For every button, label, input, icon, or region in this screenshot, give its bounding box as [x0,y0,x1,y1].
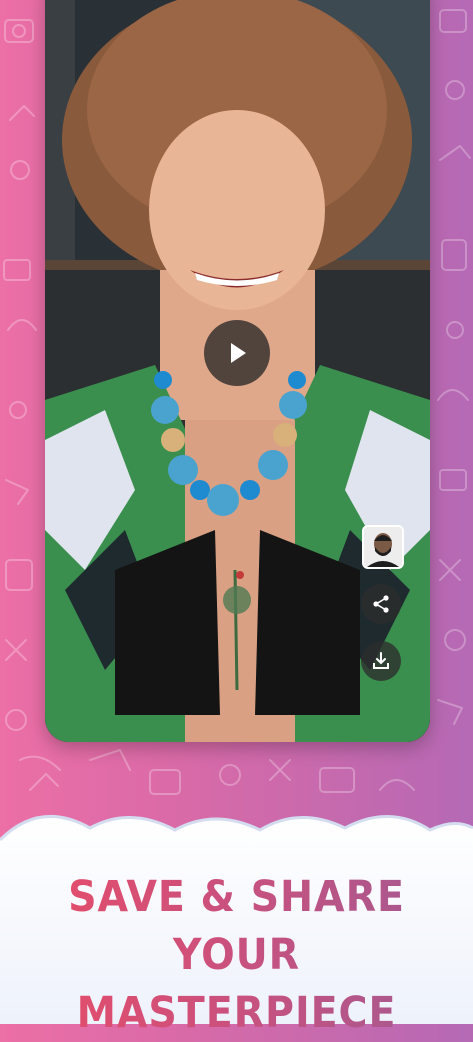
video-preview[interactable] [45,0,430,742]
headline: SAVE & SHARE YOUR MASTERPIECE [19,868,454,1042]
download-icon [373,652,389,669]
download-button[interactable] [361,641,401,681]
face-avatar-icon [364,527,402,567]
share-button[interactable] [361,584,401,624]
share-icon [373,595,389,613]
play-button[interactable] [204,320,270,386]
headline-line-1: SAVE & SHARE YOUR [68,872,405,980]
avatar[interactable] [362,525,404,569]
headline-line-2: MASTERPIECE [76,988,397,1038]
play-icon [231,343,246,363]
